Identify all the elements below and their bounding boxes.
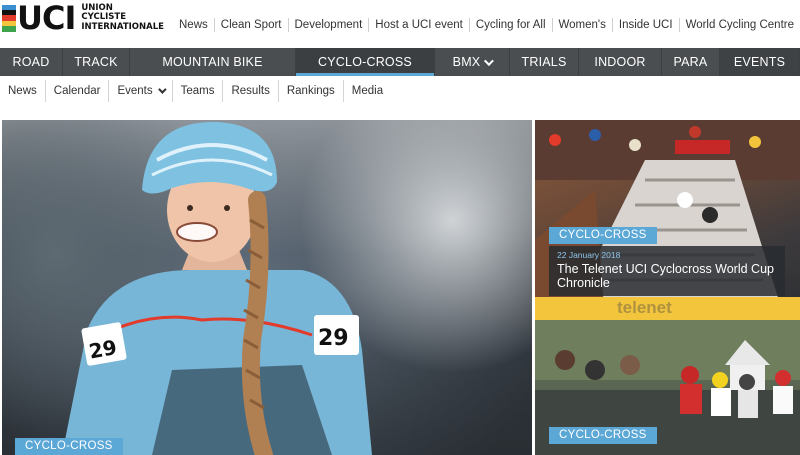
rainbow-stripes-icon: [2, 4, 16, 32]
subnav-news[interactable]: News: [0, 80, 45, 102]
sub-nav: News Calendar Events Teams Results Ranki…: [0, 80, 391, 102]
top-link-clean-sport[interactable]: Clean Sport: [213, 18, 288, 32]
nav-cyclo-cross[interactable]: CYCLO-CROSS: [296, 48, 435, 76]
top-link-world-cycling-centre[interactable]: World Cycling Centre: [678, 18, 800, 32]
chevron-down-icon: [484, 55, 495, 66]
logo-letters: UCI: [17, 0, 76, 37]
top-link-cycling-for-all[interactable]: Cycling for All: [468, 18, 552, 32]
article-card-world-cup-chronicle[interactable]: CYCLO-CROSS 22 January 2018 The Telenet …: [535, 120, 800, 320]
chevron-down-icon: [157, 85, 167, 94]
hero-article[interactable]: 29 29 CYCLO-CROSS: [2, 120, 532, 455]
main-nav: ROAD TRACK MOUNTAIN BIKE CYCLO-CROSS BMX…: [0, 48, 800, 76]
nav-events[interactable]: EVENTS: [720, 48, 800, 76]
subnav-rankings[interactable]: Rankings: [277, 80, 343, 102]
card1-caption: 22 January 2018 The Telenet UCI Cyclocro…: [549, 246, 785, 296]
top-link-news[interactable]: News: [173, 18, 214, 32]
top-link-host-event[interactable]: Host a UCI event: [368, 18, 469, 32]
hero-category-badge[interactable]: CYCLO-CROSS: [15, 438, 123, 455]
subnav-teams[interactable]: Teams: [171, 80, 223, 102]
card1-category-badge[interactable]: CYCLO-CROSS: [549, 227, 657, 244]
top-link-inside-uci[interactable]: Inside UCI: [611, 18, 679, 32]
top-link-womens[interactable]: Women's: [551, 18, 612, 32]
subnav-results[interactable]: Results: [222, 80, 277, 102]
nav-track[interactable]: TRACK: [63, 48, 130, 76]
card2-category-badge[interactable]: CYCLO-CROSS: [549, 427, 657, 444]
nav-indoor[interactable]: INDOOR: [579, 48, 662, 76]
rider-photo: 29 29: [62, 121, 372, 455]
card1-title[interactable]: The Telenet UCI Cyclocross World Cup Chr…: [557, 262, 777, 290]
subnav-events[interactable]: Events: [108, 80, 171, 102]
article-card-race[interactable]: CYCLO-CROSS: [535, 320, 800, 455]
subnav-media[interactable]: Media: [342, 80, 391, 102]
top-links: News Clean Sport Development Host a UCI …: [173, 18, 800, 32]
svg-text:29: 29: [318, 326, 349, 351]
card1-date: 22 January 2018: [557, 250, 621, 260]
uci-logo[interactable]: UCI UNION CYCLISTE INTERNATIONALE: [2, 0, 164, 37]
sponsor-logo: telenet: [617, 298, 672, 317]
sponsor-strip: telenet: [535, 297, 800, 320]
nav-trials[interactable]: TRIALS: [510, 48, 579, 76]
svg-text:29: 29: [87, 335, 119, 363]
logo-text: UNION CYCLISTE INTERNATIONALE: [81, 2, 164, 32]
top-bar: UCI UNION CYCLISTE INTERNATIONALE News C…: [0, 0, 800, 48]
nav-bmx[interactable]: BMX: [435, 48, 510, 76]
nav-mountain-bike[interactable]: MOUNTAIN BIKE: [130, 48, 296, 76]
subnav-calendar[interactable]: Calendar: [44, 80, 109, 102]
top-link-development[interactable]: Development: [287, 18, 369, 32]
nav-road[interactable]: ROAD: [0, 48, 63, 76]
nav-para[interactable]: PARA: [662, 48, 720, 76]
